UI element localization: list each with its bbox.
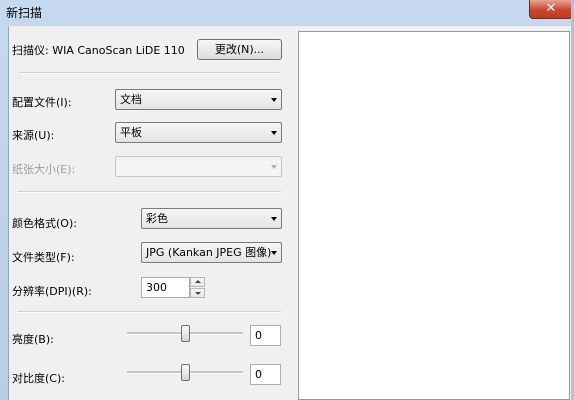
spin-up-icon[interactable] [190,277,205,287]
chevron-down-icon [271,165,277,169]
contrast-slider[interactable] [127,363,243,383]
source-select-value: 平板 [120,126,142,139]
separator [18,311,281,313]
chevron-down-icon [271,251,277,255]
profile-select-value: 文档 [120,93,142,106]
brightness-label: 亮度(B): [12,333,54,346]
resolution-input[interactable]: 300 [141,277,190,298]
slider-thumb[interactable] [181,364,190,381]
scan-dialog-window: 新扫描 ✕ 扫描仪: WIA CanoScan LiDE 110 更改(N)..… [0,0,574,400]
title-bar[interactable]: 新扫描 ✕ [0,0,574,26]
color-format-select[interactable]: 彩色 [141,208,282,229]
separator [18,72,281,74]
scan-preview-pane [298,31,570,400]
spin-down-icon[interactable] [190,288,205,298]
paper-size-label: 纸张大小(E): [12,163,76,176]
chevron-down-icon [271,217,277,221]
profile-label: 配置文件(I): [12,96,72,109]
resolution-label: 分辨率(DPI)(R): [12,285,92,298]
profile-select[interactable]: 文档 [115,89,282,110]
file-type-label: 文件类型(F): [12,251,75,264]
window-title: 新扫描 [6,6,43,20]
resolution-spinner[interactable] [190,277,205,298]
source-label: 来源(U): [12,129,55,142]
file-type-select-value: JPG (Kankan JPEG 图像) [146,246,272,259]
paper-size-select [115,156,282,177]
slider-thumb[interactable] [181,325,190,342]
color-format-label: 颜色格式(O): [12,217,77,230]
separator [18,191,281,193]
chevron-down-icon [271,131,277,135]
brightness-slider[interactable] [127,324,243,344]
close-button[interactable]: ✕ [529,0,573,19]
scanner-label: 扫描仪: WIA CanoScan LiDE 110 [12,44,185,57]
contrast-input[interactable]: 0 [250,364,281,385]
change-scanner-button[interactable]: 更改(N)... [197,39,282,60]
color-format-select-value: 彩色 [146,212,168,225]
brightness-input[interactable]: 0 [250,325,281,346]
file-type-select[interactable]: JPG (Kankan JPEG 图像) [141,242,282,263]
contrast-label: 对比度(C): [12,372,65,385]
dialog-client-area: 扫描仪: WIA CanoScan LiDE 110 更改(N)... 配置文件… [8,26,574,400]
source-select[interactable]: 平板 [115,122,282,143]
chevron-down-icon [271,98,277,102]
